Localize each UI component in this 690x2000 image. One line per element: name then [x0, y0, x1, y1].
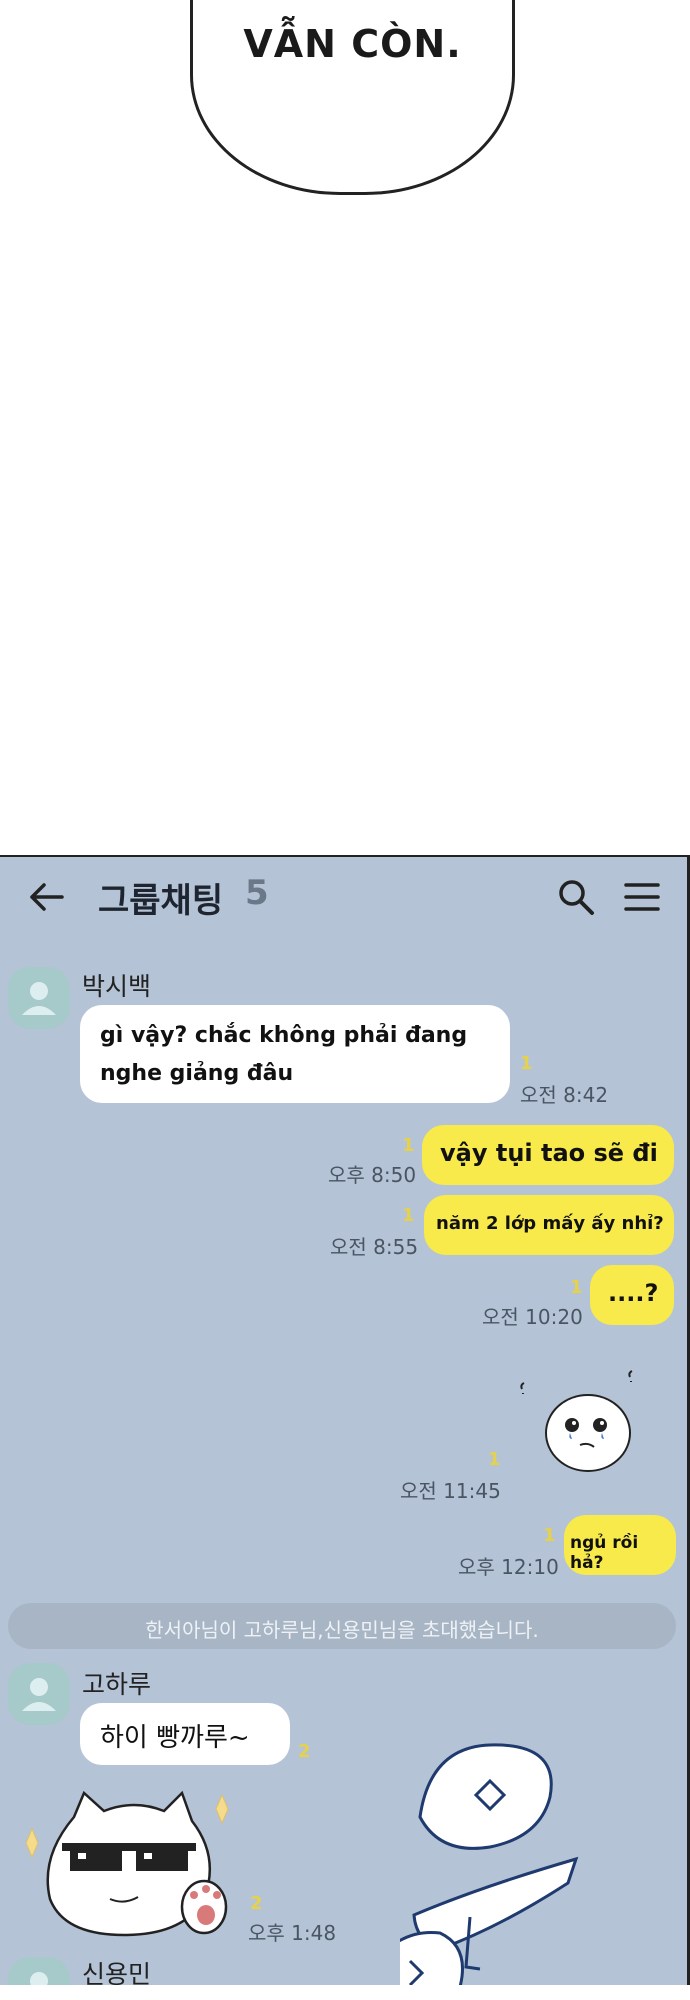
sunglasses-cat-sticker[interactable] — [14, 1787, 244, 1942]
message-time: 오후 12:10 — [458, 1555, 559, 1579]
avatar[interactable] — [8, 967, 70, 1029]
unread-count: 2 — [298, 1741, 311, 1762]
unread-count: 1 — [520, 1053, 533, 1074]
message-text: ngủ rồi hả? — [570, 1533, 639, 1573]
crying-blob-sticker[interactable] — [490, 1367, 650, 1487]
hamburger-menu-icon[interactable] — [622, 879, 662, 915]
unread-count: 1 — [570, 1277, 583, 1298]
message-text: gì vậy? chắc không phải đang — [100, 1023, 468, 1048]
sender-name: 신용민 — [82, 1960, 152, 1985]
message-time: 오전 8:42 — [520, 1083, 609, 1107]
chat-title: 그룹채팅 — [98, 881, 224, 921]
doodle-sketch — [359, 1737, 600, 1985]
message-text: năm 2 lớp mấy ấy nhỉ? — [436, 1213, 664, 1234]
message-bubble[interactable]: năm 2 lớp mấy ấy nhỉ? — [424, 1195, 674, 1255]
unread-count: 1 — [488, 1449, 501, 1470]
unread-count: 1 — [543, 1525, 556, 1546]
message-time: 오전 10:20 — [482, 1305, 583, 1329]
message-text: 하이 빵까루~ — [100, 1723, 250, 1753]
sender-name: 박시백 — [82, 972, 152, 1001]
message-time: 오후 8:50 — [328, 1163, 417, 1187]
message-bubble[interactable]: vậy tụi tao sẽ đi — [422, 1125, 674, 1185]
unread-count: 1 — [402, 1135, 415, 1156]
chat-panel: 그룹채팅 5 박시백 gì vậy? chắc không phải đang … — [0, 855, 690, 1985]
system-notice: 한서아님이 고하루님,신용민님을 초대했습니다. — [8, 1603, 676, 1649]
back-arrow-icon[interactable] — [28, 879, 68, 915]
message-text: ....? — [608, 1279, 659, 1307]
message-bubble[interactable]: ngủ rồi hả? — [564, 1515, 676, 1575]
unread-count: 1 — [402, 1205, 415, 1226]
message-bubble[interactable]: gì vậy? chắc không phải đang nghe giảng … — [80, 1005, 510, 1103]
speech-text: VẪN CÒN. — [243, 22, 462, 66]
unread-count: 2 — [250, 1893, 263, 1914]
message-time: 오전 11:45 — [400, 1479, 501, 1503]
search-icon[interactable] — [556, 877, 596, 917]
chat-header: 그룹채팅 5 — [0, 857, 687, 937]
message-text: nghe giảng đâu — [100, 1061, 294, 1086]
message-bubble[interactable]: ....? — [590, 1265, 674, 1325]
message-bubble[interactable]: 하이 빵까루~ — [80, 1703, 290, 1765]
member-count: 5 — [245, 873, 269, 913]
message-text: vậy tụi tao sẽ đi — [440, 1139, 658, 1167]
system-notice-text: 한서아님이 고하루님,신용민님을 초대했습니다. — [145, 1618, 539, 1642]
message-time: 오후 1:48 — [248, 1921, 337, 1945]
avatar[interactable] — [8, 1663, 70, 1725]
message-time: 오전 8:55 — [330, 1235, 419, 1259]
avatar[interactable] — [8, 1957, 70, 1985]
sender-name: 고하루 — [82, 1670, 152, 1699]
